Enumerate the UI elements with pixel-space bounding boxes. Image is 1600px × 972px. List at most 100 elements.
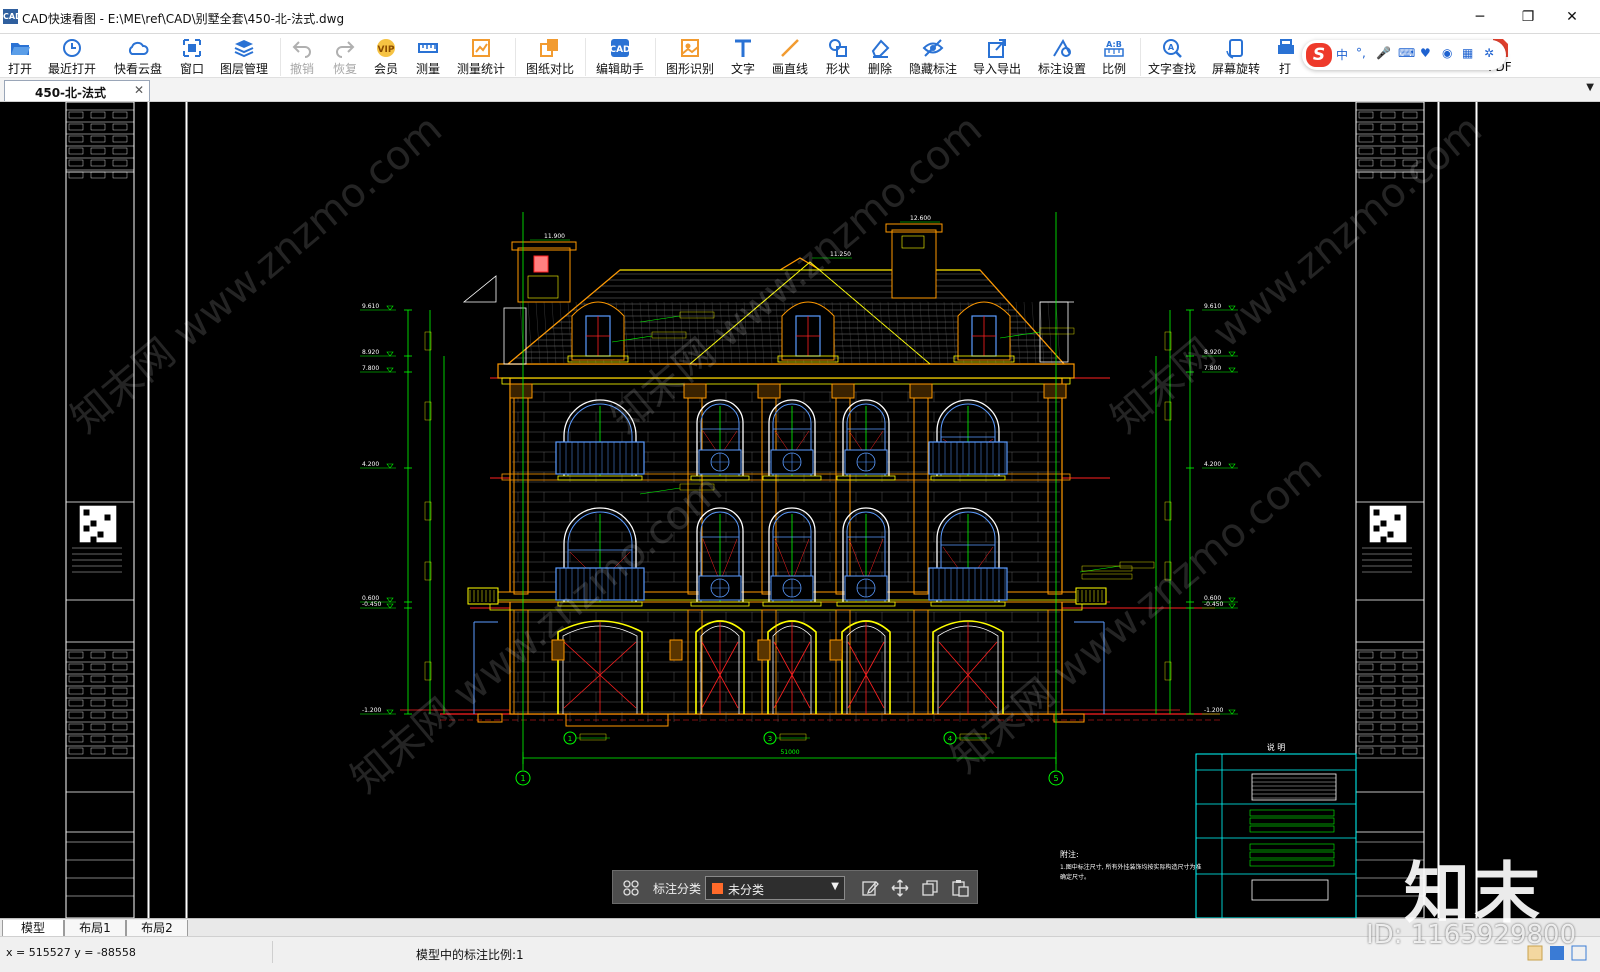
text-search-icon: A [1163,39,1182,58]
game-icon[interactable]: ◉ [1442,46,1452,60]
text-icon [735,39,751,57]
import-export-button[interactable]: 导入导出 [969,34,1025,78]
rotate-screen-icon [1226,39,1243,59]
folder-open-button[interactable]: 打开 [2,34,38,78]
legend-bar [1249,859,1335,867]
close-button[interactable]: ✕ [1552,4,1592,30]
text-button[interactable]: 文字 [725,34,761,78]
annotation-category-select[interactable]: 未分类 ▼ [705,876,845,900]
eye-hide-button[interactable]: 隐藏标注 [905,34,961,78]
svg-text:CAD: CAD [609,45,630,55]
eraser-button[interactable]: 删除 [862,34,898,78]
toolbar-label: 测量统计 [456,62,505,76]
annotation-settings-button[interactable]: 标注设置 [1034,34,1090,78]
id-watermark: ID: 1165929800 [1366,920,1577,950]
layers-button[interactable]: 图层管理 [216,34,272,78]
clock-button[interactable]: 最近打开 [44,34,100,78]
svg-text:VIP: VIP [378,45,395,55]
tab-model[interactable]: 模型 [2,920,64,937]
cell-text [1358,123,1374,131]
minimize-button[interactable]: ─ [1460,4,1500,30]
side-balustrade [467,587,499,605]
edit-assistant-button[interactable]: CAD 编辑助手 [592,34,648,78]
cad-viewer-window: CAD CAD快速看图 - E:\ME\ref\CAD\别墅全套\450-北-法… [0,0,1600,972]
qr-module [1387,531,1394,538]
toolbar-label: 图层管理 [219,62,268,76]
cloud-button[interactable]: 快看云盘 [110,34,166,78]
text-search-button[interactable]: A 文字查找 [1144,34,1200,78]
toolbar-separator [280,38,281,76]
ime-mode-toggle[interactable]: 中 [1336,46,1348,63]
print-button[interactable]: 打 [1275,34,1295,78]
vip-button[interactable]: VIP 会员 [368,34,404,78]
maximize-button[interactable]: ❐ [1508,4,1548,30]
cell-text [112,147,128,155]
cell-text [1380,711,1396,719]
cell-text [90,111,106,119]
toolbox-icon[interactable]: ▦ [1462,46,1473,60]
cell-text [90,159,106,167]
shape-button[interactable]: 形状 [820,34,856,78]
chimney-right [891,229,937,299]
ime-settings-icon[interactable]: ✲ [1484,46,1494,60]
category-color-swatch [712,883,723,894]
slope-triangle [462,275,497,303]
tab-layout2[interactable]: 布局2 [126,920,188,937]
drawing-canvas[interactable]: 1 5 1 3 4 51000 9.610 8.920 7.800 4.200 0.600 -0.45… [0,102,1600,918]
cell-text [1358,735,1374,743]
cell-text [1380,651,1396,659]
window-button[interactable]: 窗口 [174,34,210,78]
cell-text [1358,687,1374,695]
line-button[interactable]: 画直线 [768,34,812,78]
axis-label: 5 [1053,774,1058,783]
keyboard-icon[interactable]: ⌨ [1398,46,1415,60]
tab-label: 450-北-法式 [35,86,107,100]
overall-dim-text: 51000 [780,749,799,756]
tab-list-dropdown-icon[interactable]: ▼ [1586,82,1594,93]
toolbar-label: 撤销 [289,62,314,76]
shape-recognize-button[interactable]: 图形识别 [662,34,718,78]
cell-text [90,699,106,707]
move-annotation-icon[interactable] [891,879,909,897]
ime-punct-toggle[interactable]: °, [1356,46,1366,60]
chimney-flue [533,255,549,273]
pilaster-capital [831,383,855,399]
rotate-screen-button[interactable]: 屏幕旋转 [1208,34,1264,78]
cell-text [1380,687,1396,695]
microphone-icon[interactable]: 🎤 [1376,46,1391,60]
toolbar-label: 恢复 [332,62,357,76]
measure-button[interactable]: 测量 [410,34,446,78]
skin-icon[interactable]: ♥ [1420,46,1431,60]
toolbar-label: 标注设置 [1037,62,1086,76]
qr-module [1380,520,1387,527]
paste-annotation-icon[interactable] [951,879,969,897]
copy-annotation-icon[interactable] [921,879,939,897]
grid-menu-icon[interactable] [623,880,639,896]
close-tab-icon[interactable]: ✕ [134,83,144,97]
cell-text [112,747,128,755]
cell-text [90,135,106,143]
cell-text [90,711,106,719]
level-label: -0.450 [362,601,382,608]
tab-layout1[interactable]: 布局1 [64,920,126,937]
shape-recognize-icon [681,39,699,57]
annotation-category-value: 未分类 [728,883,765,897]
sogou-ime-logo-icon[interactable]: S [1306,43,1332,67]
measure-stats-button[interactable]: 测量统计 [453,34,509,78]
scale-button[interactable]: A:B 比例 [1096,34,1132,78]
level-symbol [386,305,394,311]
window-title: CAD快速看图 - E:\ME\ref\CAD\别墅全套\450-北-法式.dw… [22,12,345,26]
step [1053,713,1085,723]
eye-hide-icon [922,39,944,57]
cell-text [90,171,106,179]
compare-button[interactable]: 图纸对比 [522,34,578,78]
toolbar-label: 形状 [825,62,850,76]
toolbar-separator [585,38,586,76]
cell-text [90,675,106,683]
level-symbol [386,597,394,603]
cell-text [1402,651,1418,659]
cell-text [112,123,128,131]
chimney-level-mark: 11.900 [544,233,565,240]
edit-annotation-icon[interactable] [861,879,879,897]
tab-450-north-french[interactable]: 450-北-法式 ✕ [4,80,150,101]
